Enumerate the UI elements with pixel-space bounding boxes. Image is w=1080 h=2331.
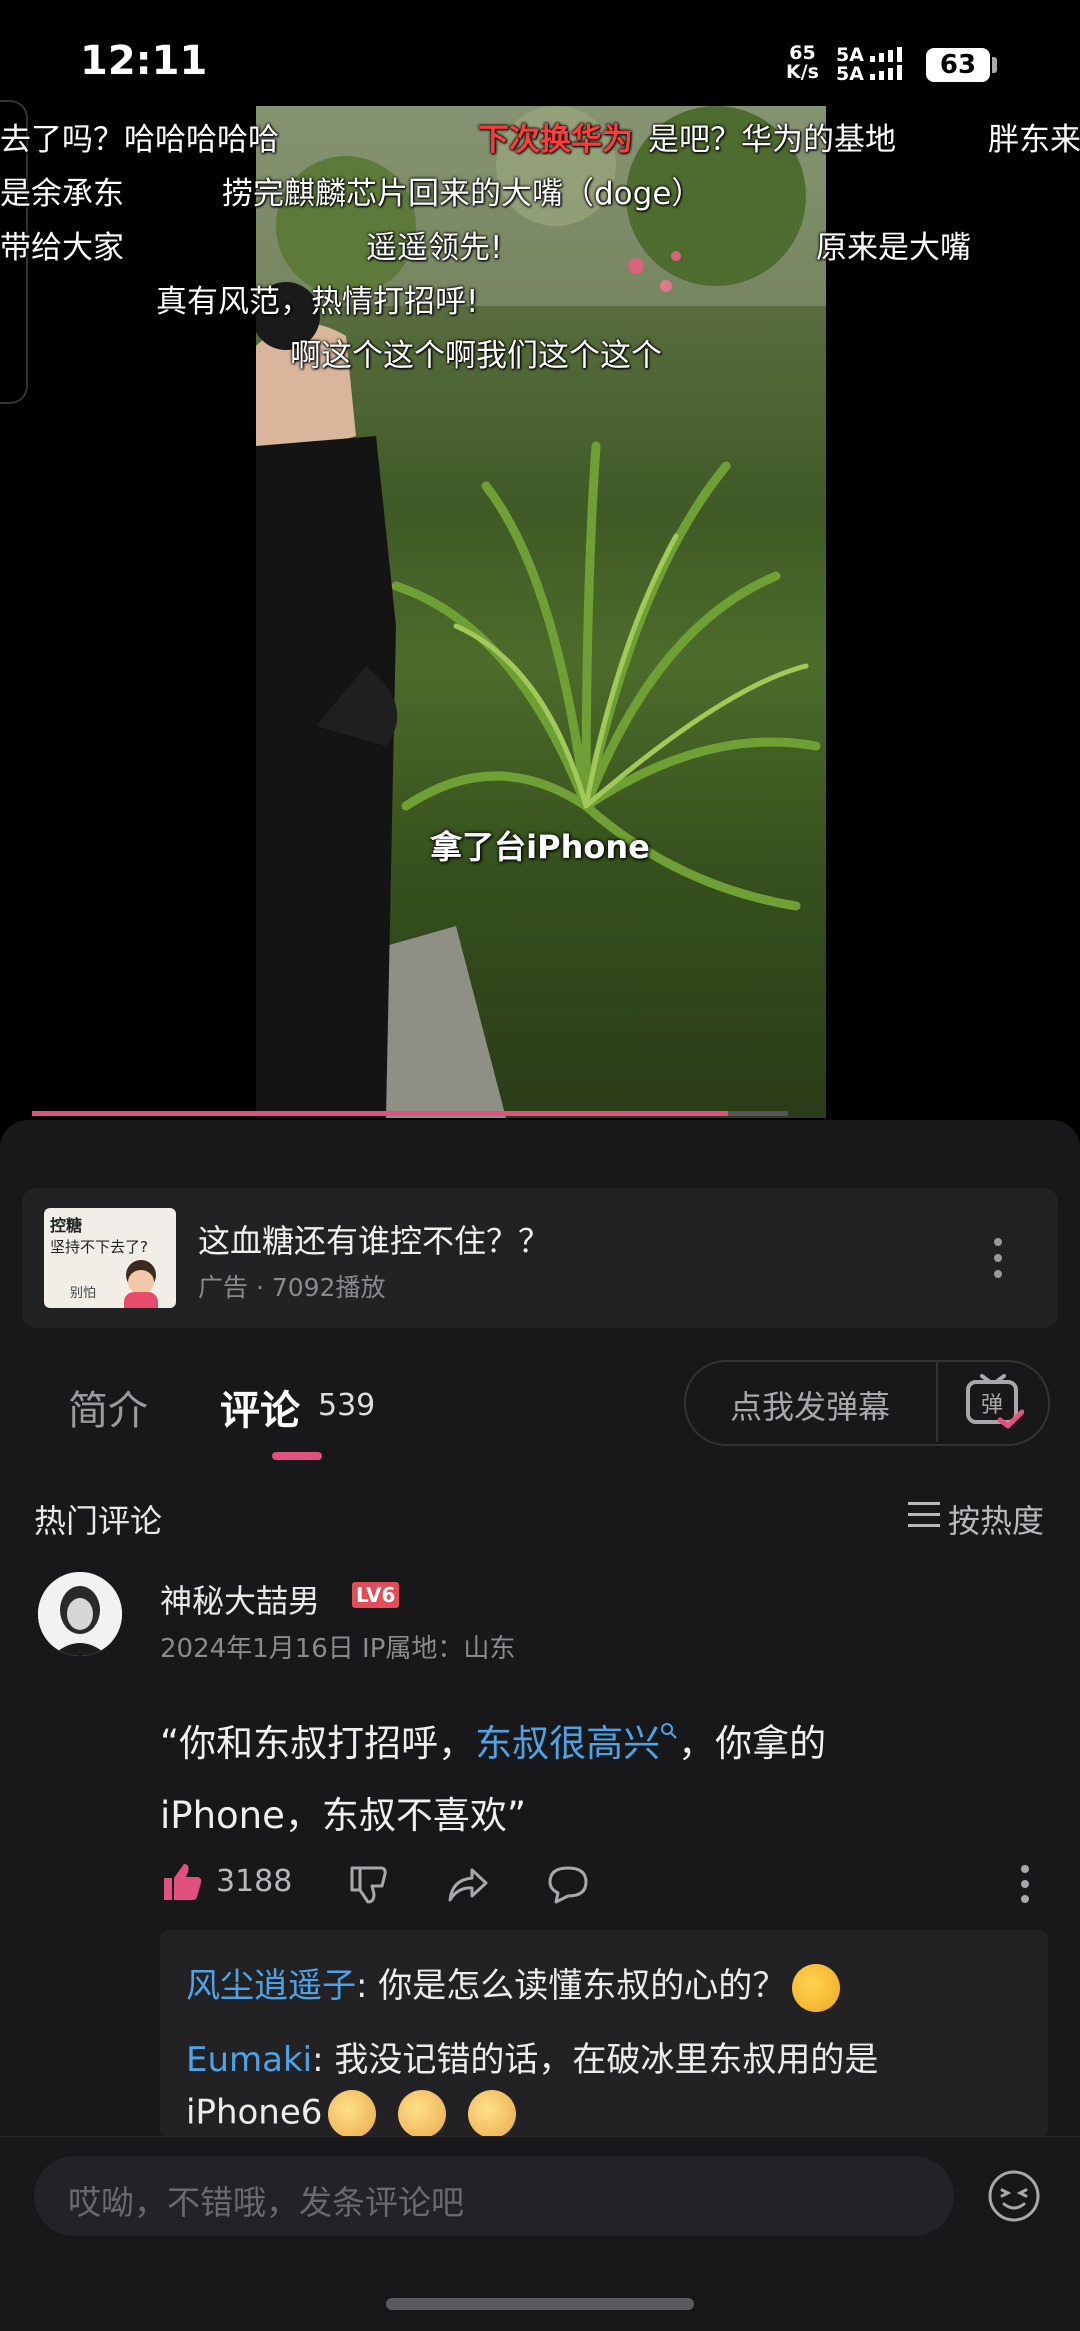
danmaku-item: 下次换华为 <box>478 122 633 158</box>
signal-labels: 5A 5A <box>836 46 864 84</box>
like-count: 3188 <box>216 1864 293 1899</box>
ad-thumb-text: 别怕 <box>70 1286 97 1301</box>
emoji-picker-icon[interactable] <box>986 2168 1042 2224</box>
ad-thumb-text: 控糖 <box>50 1216 83 1235</box>
search-icon <box>661 1723 677 1739</box>
danmaku-item: 啊这个这个啊我们这个这个 <box>290 338 662 374</box>
reply-text: : 你是怎么读懂东叔的心的？ <box>356 1966 787 2006</box>
danmaku-item: 是余承东 <box>0 176 124 212</box>
danmaku-item: 原来是大嘴 <box>816 230 971 266</box>
home-indicator[interactable] <box>386 2298 694 2310</box>
reply-item[interactable]: 风尘逍遥子: 你是怎么读懂东叔的心的？ <box>186 1958 841 2012</box>
ad-meta: 广告 · 7092播放 <box>198 1273 386 1302</box>
more-vertical-icon[interactable] <box>1018 1864 1032 1904</box>
danmaku-item: 遥遥领先! <box>366 230 503 266</box>
more-vertical-icon[interactable] <box>990 1236 1006 1280</box>
ad-title[interactable]: 这血糖还有谁控不住？？ <box>198 1216 550 1262</box>
danmaku-item: 去了吗？哈哈哈哈哈 <box>0 122 279 158</box>
danmaku-item: 是吧？华为的基地 <box>648 122 896 158</box>
battery-tip <box>992 57 997 73</box>
danmaku-toggle-icon[interactable]: 弹 <box>962 1370 1024 1432</box>
signal-label-2: 5A <box>836 63 864 85</box>
divider <box>936 1362 938 1442</box>
status-bar: 12:11 65 K/s 5A 5A 63 <box>0 0 1080 110</box>
net-speed-unit: K/s <box>786 61 819 83</box>
reply-text: iPhone6 <box>186 2092 323 2133</box>
send-danmaku-label[interactable]: 点我发弹幕 <box>730 1382 890 1428</box>
comment-input-placeholder[interactable]: 哎呦，不错哦，发条评论吧 <box>68 2176 464 2224</box>
doge-emoji-icon <box>328 2090 377 2138</box>
avatar[interactable] <box>38 1572 122 1656</box>
ad-thumb-face <box>128 1270 154 1294</box>
ad-thumbnail: 控糖 坚持不下去了? 别怕 <box>44 1208 176 1308</box>
comment-search-link[interactable]: 东叔很高兴 <box>475 1722 660 1765</box>
comment-text-part: “你和东叔打招呼， <box>160 1722 476 1765</box>
progress-fill <box>32 1111 728 1116</box>
dislike-icon[interactable] <box>346 1862 390 1906</box>
doge-emoji-icon <box>398 2090 447 2138</box>
video-frame[interactable] <box>256 106 826 1118</box>
danmaku-item: 带给大家 <box>0 230 124 266</box>
comment-text: “你和东叔打招呼，东叔很高兴 ，你拿的iPhone，东叔不喜欢” <box>160 1708 980 1852</box>
like-icon[interactable] <box>160 1860 204 1904</box>
danmaku-icon-text: 弹 <box>981 1393 1003 1418</box>
hot-comments-title: 热门评论 <box>34 1502 163 1540</box>
reply-item[interactable]: Eumaki: 我没记错的话，在破冰里东叔用的是 <box>186 2032 878 2081</box>
video-scene <box>256 106 826 1118</box>
reply-text: : 我没记错的话，在破冰里东叔用的是 <box>312 2040 879 2080</box>
tab-active-indicator <box>272 1452 322 1460</box>
reply-username[interactable]: Eumaki <box>186 2040 312 2080</box>
signal-bars-icon <box>870 47 902 80</box>
comment-count: 539 <box>318 1388 376 1423</box>
comment-username[interactable]: 神秘大喆男 <box>160 1576 320 1622</box>
net-speed: 65 K/s <box>786 44 819 82</box>
ad-thumb-text: 坚持不下去了? <box>50 1238 148 1256</box>
danmaku-item: 胖东来 <box>988 122 1080 158</box>
video-caption: 拿了台iPhone <box>430 828 650 866</box>
doge-emoji-icon <box>468 2090 517 2138</box>
battery-icon: 63 <box>926 48 990 82</box>
share-icon[interactable] <box>446 1862 490 1906</box>
danmaku-item: 捞完麒麟芯片回来的大嘴（doge） <box>222 176 703 212</box>
reply-username[interactable]: 风尘逍遥子 <box>186 1966 356 2006</box>
laugh-cry-emoji-icon <box>792 1963 841 2012</box>
danmaku-item: 真有风范，热情打招呼! <box>156 284 479 320</box>
sort-label[interactable]: 按热度 <box>948 1496 1044 1542</box>
comment-date-location: 2024年1月16日 IP属地：山东 <box>160 1634 516 1664</box>
tab-comments[interactable]: 评论 <box>220 1378 300 1436</box>
reply-item-continued[interactable]: iPhone6 <box>186 2090 517 2138</box>
level-badge: LV6 <box>352 1582 400 1608</box>
reply-icon[interactable] <box>546 1862 590 1906</box>
status-time: 12:11 <box>80 38 208 84</box>
tab-intro[interactable]: 简介 <box>68 1378 148 1436</box>
avatar-image <box>38 1572 122 1656</box>
sort-icon[interactable] <box>908 1500 942 1530</box>
ad-thumb-body <box>124 1292 158 1308</box>
